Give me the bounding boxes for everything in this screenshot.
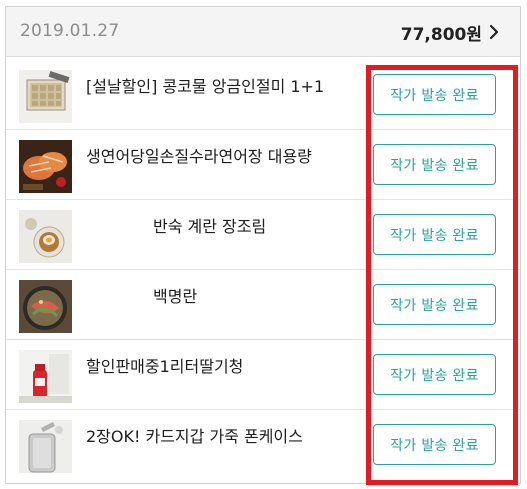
product-title[interactable]: 생연어당일손질수라연어장 대용량 (86, 143, 312, 167)
order-date: 2019.01.27 (20, 21, 120, 41)
product-title[interactable]: 반숙 계란 장조림 (153, 213, 266, 237)
product-thumbnail[interactable] (19, 280, 72, 333)
product-thumbnail[interactable] (19, 210, 72, 263)
shipping-status-button[interactable]: 작가 발송 완료 (373, 214, 496, 255)
chevron-right-icon[interactable] (486, 24, 502, 40)
product-thumbnail[interactable] (19, 350, 72, 403)
order-card: 2019.01.27 77,800원 [설날할인] 콩코물 앙금인절미 1+1 … (5, 6, 521, 485)
order-item-row[interactable]: 생연어당일손질수라연어장 대용량 작가 발송 완료 (6, 130, 520, 200)
shipping-status-button[interactable]: 작가 발송 완료 (373, 74, 496, 115)
shipping-status-button[interactable]: 작가 발송 완료 (373, 354, 496, 395)
order-total: 77,800원 (400, 25, 482, 45)
shipping-status-button[interactable]: 작가 발송 완료 (373, 144, 496, 185)
product-thumbnail[interactable] (19, 140, 72, 193)
shipping-status-button[interactable]: 작가 발송 완료 (373, 284, 496, 325)
product-title[interactable]: 할인판매중1리터딸기청 (86, 353, 243, 377)
order-header[interactable]: 2019.01.27 77,800원 (6, 7, 520, 57)
product-thumbnail[interactable] (19, 420, 72, 473)
order-item-row[interactable]: 백명란 작가 발송 완료 (6, 270, 520, 340)
order-item-row[interactable]: [설날할인] 콩코물 앙금인절미 1+1 작가 발송 완료 (6, 60, 520, 130)
order-item-row[interactable]: 할인판매중1리터딸기청 작가 발송 완료 (6, 340, 520, 410)
order-item-row[interactable]: 반숙 계란 장조림 작가 발송 완료 (6, 200, 520, 270)
product-title[interactable]: 2장OK! 카드지갑 가죽 폰케이스 (86, 423, 303, 447)
shipping-status-button[interactable]: 작가 발송 완료 (373, 424, 496, 465)
product-title[interactable]: [설날할인] 콩코물 앙금인절미 1+1 (86, 73, 324, 97)
order-item-row[interactable]: 2장OK! 카드지갑 가죽 폰케이스 작가 발송 완료 (6, 410, 520, 480)
product-thumbnail[interactable] (19, 70, 72, 123)
product-title[interactable]: 백명란 (153, 283, 197, 307)
